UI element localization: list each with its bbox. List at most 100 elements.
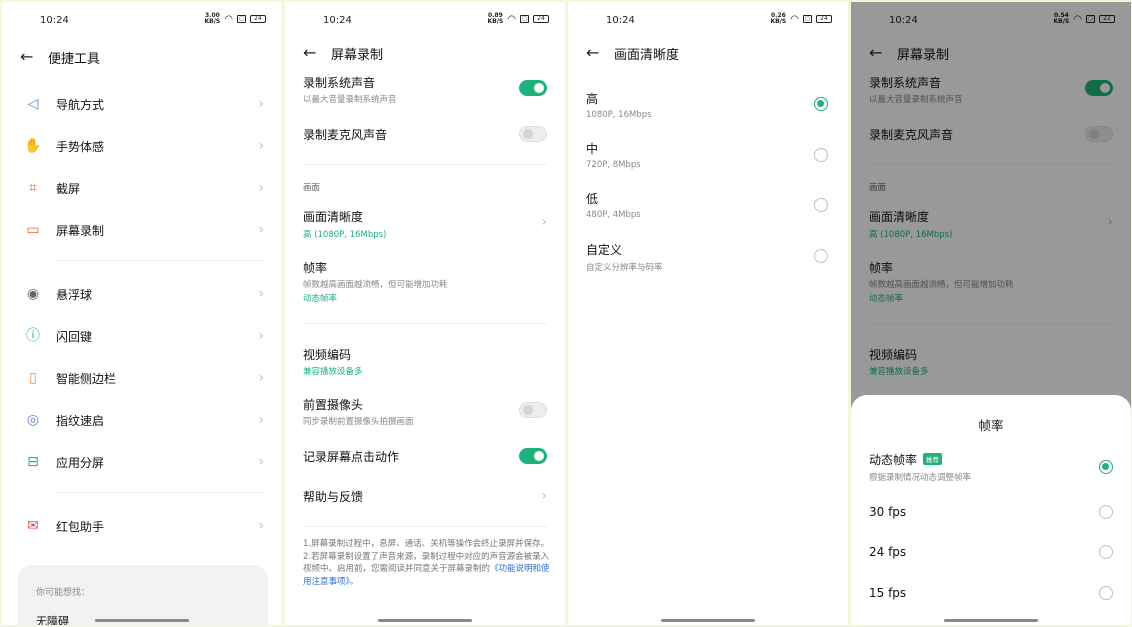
framerate-option-dynamic[interactable]: 动态帧率 推荐 根据录制情况动态调整帧率 (851, 451, 1131, 485)
setting-label: 记录屏幕点击动作 (303, 450, 400, 464)
setting-label: 帮助与反馈 (303, 490, 364, 504)
chevron-right-icon: › (258, 454, 264, 470)
battery-icon: 24 (816, 15, 832, 23)
back-arrow-icon[interactable]: ← (586, 45, 599, 61)
radio-unselected[interactable] (814, 249, 828, 263)
front-camera-toggle[interactable] (519, 402, 547, 418)
screen-screen-record: 10:24 0.89 KB/S ◠ □ 24 ← 屏幕录制 录制系统声音 以最大音… (285, 2, 565, 625)
chevron-right-icon: › (258, 180, 264, 196)
list-item-floating-ball[interactable]: ◉ 悬浮球 › (2, 282, 282, 306)
setting-mic-audio[interactable]: 录制麦克风声音 (285, 124, 565, 144)
network-speed: 0.89 KB/S (487, 12, 504, 25)
framerate-option-30[interactable]: 30 fps (851, 503, 1131, 523)
status-bar: 10:24 3.00 KB/S ◠ □ 24 (2, 2, 282, 38)
radio-unselected[interactable] (1099, 505, 1113, 519)
list-item-label: 手势体感 (56, 140, 105, 154)
list-item-split-screen[interactable]: ⊟ 应用分屏 › (2, 450, 282, 474)
option-description: 根据录制情况动态调整帧率 (869, 473, 972, 483)
framerate-option-24[interactable]: 24 fps (851, 543, 1131, 563)
list-item-fingerprint[interactable]: ◎ 指纹速启 › (2, 408, 282, 432)
clarity-option-low[interactable]: 低 480P, 4Mbps (568, 190, 848, 224)
setting-value: 高 (1080P, 16Mbps) (303, 230, 387, 240)
record-taps-toggle[interactable] (519, 448, 547, 464)
back-arrow-icon[interactable]: ← (303, 45, 316, 61)
lightning-icon: ⓘ (26, 328, 40, 344)
option-description: 1080P, 16Mbps (586, 110, 652, 120)
home-indicator[interactable] (378, 619, 472, 622)
page-title: 便捷工具 (48, 51, 101, 67)
setting-codec[interactable]: 视频编码 兼容播放设备多 (285, 344, 565, 378)
framerate-option-15[interactable]: 15 fps (851, 584, 1131, 604)
list-item-gesture[interactable]: ✋ 手势体感 › (2, 134, 282, 158)
list-item-label: 指纹速启 (56, 414, 105, 428)
home-indicator[interactable] (661, 619, 755, 622)
wifi-icon: ◠ (790, 13, 799, 25)
clarity-option-medium[interactable]: 中 720P, 8Mbps (568, 140, 848, 174)
home-indicator[interactable] (944, 619, 1038, 622)
screen-shortcut-tools: 10:24 3.00 KB/S ◠ □ 24 ← 便捷工具 ◁ 导航方式 › ✋ … (2, 2, 282, 625)
app-header: ← 画面清晰度 (568, 38, 848, 68)
radio-unselected[interactable] (1099, 586, 1113, 600)
screen-framerate-sheet: 10:24 0.54 KB/S ◠ □ 22 ← 屏幕录制 录制系统声音 以最大音… (851, 2, 1131, 625)
radio-unselected[interactable] (814, 198, 828, 212)
chevron-right-icon: › (258, 138, 264, 154)
battery-icon: 24 (250, 15, 266, 23)
mic-audio-toggle[interactable] (519, 126, 547, 142)
option-description: 480P, 4Mbps (586, 210, 641, 220)
list-item-red-packet[interactable]: ✉ 红包助手 › (2, 514, 282, 538)
clarity-option-custom[interactable]: 自定义 自定义分辨率与码率 (568, 241, 848, 275)
list-item-navigation[interactable]: ◁ 导航方式 › (2, 92, 282, 116)
option-label: 15 fps (869, 586, 907, 600)
status-time: 10:24 (40, 15, 69, 26)
list-item-label: 导航方式 (56, 98, 105, 112)
status-bar: 10:24 0.26 KB/S ◠ □ 24 (568, 2, 848, 38)
sim-icon: □ (520, 15, 529, 23)
usage-notes: 1.屏幕录制过程中，息屏、通话、关机等操作会终止录屏并保存。 2.若屏幕录制设置… (303, 538, 551, 588)
radio-unselected[interactable] (814, 148, 828, 162)
list-item-label: 红包助手 (56, 520, 105, 534)
setting-record-taps[interactable]: 记录屏幕点击动作 (285, 446, 565, 468)
split-screen-icon: ⊟ (27, 454, 39, 470)
system-audio-toggle[interactable] (519, 80, 547, 96)
list-item-screenshot[interactable]: ⌗ 截屏 › (2, 176, 282, 200)
setting-help-feedback[interactable]: 帮助与反馈 › (285, 486, 565, 508)
setting-label: 帧率 (303, 261, 328, 275)
list-item-screen-record[interactable]: ▭ 屏幕录制 › (2, 218, 282, 242)
setting-front-camera[interactable]: 前置摄像头 同步录制前置摄像头拍摄画面 (285, 394, 565, 428)
network-speed: 0.26 KB/S (770, 12, 787, 25)
radio-selected[interactable] (814, 97, 828, 111)
list-item-smart-sidebar[interactable]: ▯ 智能侧边栏 › (2, 366, 282, 390)
radio-unselected[interactable] (1099, 545, 1113, 559)
chevron-right-icon: › (258, 412, 264, 428)
suggestion-item-accessibility[interactable]: 无障碍 (36, 613, 69, 625)
setting-description: 同步录制前置摄像头拍摄画面 (303, 417, 414, 427)
setting-label: 录制系统声音 (303, 76, 376, 90)
list-item-label: 悬浮球 (56, 288, 93, 302)
option-label: 高 (586, 92, 599, 106)
framerate-bottom-sheet: 帧率 动态帧率 推荐 根据录制情况动态调整帧率 30 fps 24 fps 15 … (851, 395, 1131, 625)
setting-description: 帧数越高画面越流畅，但可能增加功耗 (303, 280, 448, 290)
divider (303, 526, 547, 527)
home-indicator[interactable] (95, 619, 189, 622)
fingerprint-icon: ◎ (26, 412, 40, 428)
sheet-title: 帧率 (978, 418, 1004, 433)
hand-gesture-icon: ✋ (24, 138, 42, 154)
status-time: 10:24 (606, 15, 635, 26)
recommended-badge: 推荐 (923, 453, 943, 465)
list-item-label: 屏幕录制 (56, 224, 105, 238)
radio-selected[interactable] (1099, 460, 1113, 474)
chevron-right-icon: › (258, 222, 264, 238)
chevron-right-icon: › (258, 96, 264, 112)
option-label: 自定义 (586, 243, 623, 257)
setting-framerate[interactable]: 帧率 帧数越高画面越流畅，但可能增加功耗 动态帧率 (285, 257, 565, 304)
red-packet-icon: ✉ (27, 518, 39, 534)
chevron-right-icon: › (258, 286, 264, 302)
clarity-option-high[interactable]: 高 1080P, 16Mbps (568, 90, 848, 124)
list-item-flashback[interactable]: ⓘ 闪回键 › (2, 324, 282, 348)
floating-ball-icon: ◉ (26, 286, 40, 302)
back-arrow-icon[interactable]: ← (20, 49, 33, 65)
setting-clarity[interactable]: 画面清晰度 高 (1080P, 16Mbps) › (285, 206, 565, 240)
setting-system-audio[interactable]: 录制系统声音 以最大音量录制系统声音 (285, 74, 565, 106)
page-title: 屏幕录制 (331, 47, 384, 63)
divider (303, 164, 547, 165)
